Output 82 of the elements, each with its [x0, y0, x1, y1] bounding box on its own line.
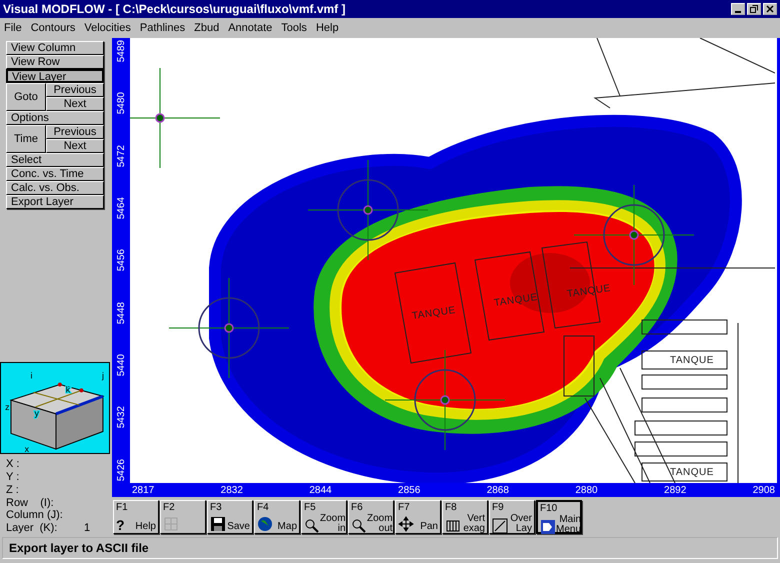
menu-icon: [540, 519, 556, 535]
side-button[interactable]: Previous: [46, 125, 104, 139]
status-bar: Export layer to ASCII file: [2, 537, 778, 559]
axis-tick-label: 5456: [116, 249, 126, 272]
globe-icon: [257, 516, 273, 532]
minimize-button[interactable]: [731, 3, 745, 15]
side-button[interactable]: Options: [6, 111, 104, 125]
menu-item[interactable]: Zbud: [194, 22, 220, 34]
coordinate-label: Layer (K):: [6, 522, 58, 535]
axis-label: i: [30, 370, 32, 381]
menu-item[interactable]: File: [4, 22, 22, 34]
bars-icon: [445, 518, 461, 534]
restore-icon: [750, 5, 758, 13]
side-button[interactable]: Previous: [46, 83, 104, 97]
side-button[interactable]: Time: [6, 125, 46, 153]
coordinate-label: Column (J):: [6, 509, 64, 522]
axis-tick-label: 5480: [116, 92, 126, 115]
function-key[interactable]: F5 Zoom in: [301, 500, 347, 534]
axis-tick-label: 5448: [116, 302, 126, 324]
axis-tick-label: 5464: [116, 197, 126, 220]
function-key[interactable]: F9 Over Lay: [489, 500, 535, 534]
menu-item[interactable]: Velocities: [84, 22, 131, 34]
function-key[interactable]: F10 Main Menu: [536, 500, 582, 534]
axis-tick-label: 2868: [486, 484, 509, 496]
tank-label: TANQUE: [411, 305, 457, 323]
side-button[interactable]: Goto: [6, 83, 46, 111]
tank-label: TANQUE: [493, 292, 539, 310]
axis-tick-label: 2880: [575, 484, 598, 496]
side-button[interactable]: Export Layer: [6, 195, 104, 209]
menu-item[interactable]: Contours: [30, 22, 76, 34]
close-button[interactable]: [763, 3, 777, 15]
menu-item[interactable]: Help: [316, 22, 339, 34]
function-key[interactable]: F1 ? Help: [113, 500, 159, 534]
side-button[interactable]: Conc. vs. Time: [6, 167, 104, 181]
axis-tick-label: 5432: [116, 406, 126, 429]
side-button[interactable]: View Row: [6, 55, 104, 69]
side-button[interactable]: Calc. vs. Obs.: [6, 181, 104, 195]
function-key[interactable]: F6 Zoom out: [348, 500, 394, 534]
axis-tick-label: 2844: [309, 484, 332, 496]
tank-label: TANQUE: [670, 467, 714, 479]
axis-tick-label: 2832: [220, 484, 243, 496]
function-key[interactable]: F4 Map: [254, 500, 300, 534]
axis-label: k: [66, 384, 70, 395]
axis-tick-label: 2856: [398, 484, 420, 496]
restore-button[interactable]: [747, 3, 761, 15]
axis-tick-label: 5426: [116, 458, 126, 481]
axis-tick-label: 2817: [132, 484, 154, 496]
menu-item[interactable]: Pathlines: [140, 22, 186, 34]
axis-tick-label: 2908: [752, 484, 775, 496]
move-arrows-icon: [398, 516, 414, 532]
axis-tick-label: 5440: [116, 354, 126, 376]
side-button[interactable]: Select: [6, 153, 104, 167]
function-key[interactable]: F8 Vert exag: [442, 500, 488, 534]
coordinate-label: X :: [6, 458, 20, 472]
grid-icon: [163, 516, 179, 532]
side-button[interactable]: Next: [46, 139, 104, 153]
side-button[interactable]: View Column: [6, 41, 104, 55]
window-title: Visual MODFLOW - [ C:\Peck\cursos\uruguai\fluxo\vmf.vmf ]: [3, 2, 346, 16]
axis-tick-label: 2892: [664, 484, 686, 496]
side-button[interactable]: View Layer: [6, 69, 104, 83]
axis-label: j: [102, 370, 104, 381]
overlay-icon: [492, 518, 508, 534]
coordinate-value: 1: [84, 522, 90, 535]
function-key[interactable]: F7 Pan: [395, 500, 441, 534]
axis-tick-label: 5472: [116, 144, 126, 167]
axis-label: y: [34, 408, 39, 418]
coordinate-label: Z :: [6, 484, 20, 497]
magnifier-icon: [304, 518, 320, 534]
axis-label: x: [24, 444, 30, 454]
close-icon: [766, 5, 774, 13]
tank-label: TANQUE: [670, 355, 714, 367]
menu-item[interactable]: Tools: [281, 22, 307, 34]
coordinate-label: Y :: [6, 471, 20, 484]
side-button[interactable]: Next: [46, 97, 104, 111]
help-glyph: ?: [116, 518, 125, 532]
menu-item[interactable]: Annotate: [228, 22, 272, 34]
magnifier-icon: [351, 518, 367, 534]
coordinate-label: Row (I):: [6, 496, 55, 510]
axis-tick-label: 5489: [116, 40, 126, 62]
function-key[interactable]: F3 Save: [207, 500, 253, 534]
tank-label: TANQUE: [566, 283, 612, 301]
axis-label: z: [5, 402, 10, 412]
